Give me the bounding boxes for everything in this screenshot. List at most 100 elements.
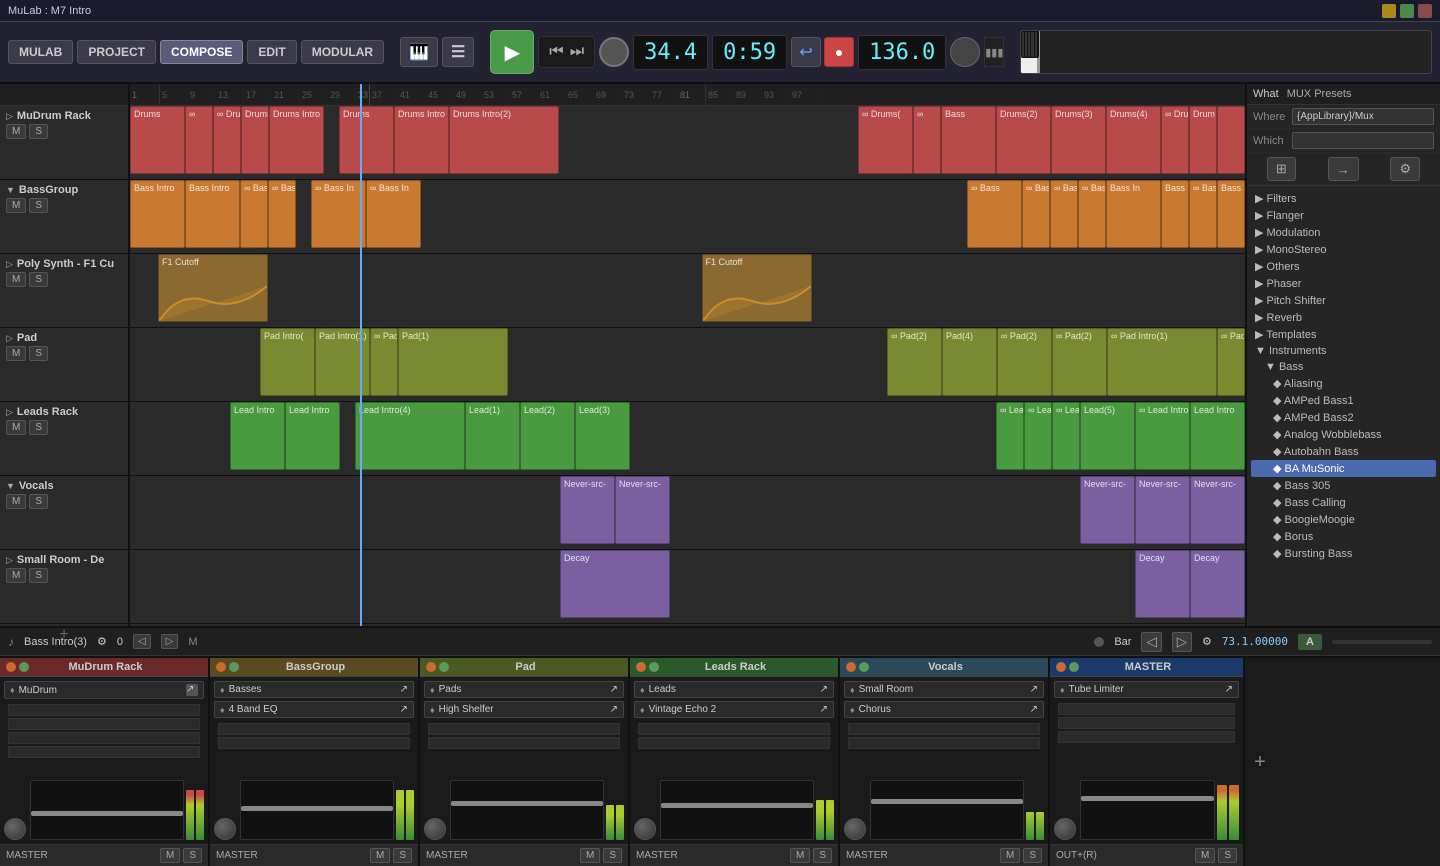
mixer-mute-mudrum[interactable]: M xyxy=(160,848,180,863)
power-dot-leads-1[interactable] xyxy=(636,662,646,672)
clip-pad-6[interactable]: ∞ Pad Int xyxy=(1217,328,1245,396)
fast-forward-button[interactable]: ⏭ xyxy=(570,43,584,61)
mixer-mute-leads[interactable]: M xyxy=(790,848,810,863)
clip-drums-13[interactable]: Drum xyxy=(1189,106,1217,174)
clip-pad-3[interactable]: ∞ Pad Int xyxy=(370,328,398,396)
clip-vocals-4[interactable]: Never-src- xyxy=(1135,476,1190,544)
tree-item[interactable]: ◆ Bursting Bass xyxy=(1251,545,1436,562)
solo-pad[interactable]: S xyxy=(29,346,48,361)
tree-item[interactable]: ▶ Reverb xyxy=(1251,309,1436,326)
clip-drums-8[interactable]: Bass xyxy=(941,106,996,174)
tree-item[interactable]: ▶ Templates xyxy=(1251,326,1436,343)
clip-lead-intro1[interactable]: Lead Intro xyxy=(230,402,285,470)
slot-arrow-chorus[interactable]: ↗ xyxy=(1030,704,1038,715)
record-button[interactable] xyxy=(599,37,629,67)
knob-pan-pad[interactable] xyxy=(424,818,446,840)
clip-drums-2[interactable]: ∞ xyxy=(185,106,213,174)
knob-pan-bass[interactable] xyxy=(214,818,236,840)
tree-item[interactable]: ◆ Analog Wobblebass xyxy=(1251,426,1436,443)
clip-bass-12[interactable]: Bass In xyxy=(1161,180,1189,248)
clip-drums-9[interactable]: Drums(2) xyxy=(996,106,1051,174)
fader-pad[interactable] xyxy=(450,780,604,840)
clip-pad-intro3[interactable]: ∞ Pad Intro(1) xyxy=(1107,328,1217,396)
clip-bass-10[interactable]: ∞ Bass xyxy=(1078,180,1106,248)
clip-decay3[interactable]: Decay xyxy=(1190,550,1245,618)
power-dot-pad-1[interactable] xyxy=(426,662,436,672)
max-button[interactable] xyxy=(1400,4,1414,18)
tree-item[interactable]: ▶ Modulation xyxy=(1251,224,1436,241)
clip-lead5[interactable]: ∞ Lead(4 xyxy=(1024,402,1052,470)
clip-bass-intro2[interactable]: Bass Intro xyxy=(185,180,240,248)
knob-pan-master[interactable] xyxy=(1054,818,1076,840)
close-button[interactable] xyxy=(1418,4,1432,18)
clip-bass-4[interactable]: ∞ Bass In xyxy=(268,180,296,248)
tree-item[interactable]: ◆ BoogieMoogie xyxy=(1251,511,1436,528)
clip-decay2[interactable]: Decay xyxy=(1135,550,1190,618)
solo-poly[interactable]: S xyxy=(29,272,48,287)
fader-mudrum[interactable] xyxy=(30,780,184,840)
solo-mudrum[interactable]: S xyxy=(29,124,48,139)
clip-drums-6[interactable]: ∞ Drums( xyxy=(858,106,913,174)
mixer-mute-bass[interactable]: M xyxy=(370,848,390,863)
slot-arrow-4band[interactable]: ↗ xyxy=(400,704,408,715)
solo-small[interactable]: S xyxy=(29,568,48,583)
power-dot-master-1[interactable] xyxy=(1056,662,1066,672)
tree-item[interactable]: ▶ Filters xyxy=(1251,190,1436,207)
fader-bass[interactable] xyxy=(240,780,394,840)
compose-button[interactable]: COMPOSE xyxy=(160,40,243,64)
mixer-mute-vocals[interactable]: M xyxy=(1000,848,1020,863)
tree-item[interactable]: ▶ Phaser xyxy=(1251,275,1436,292)
timeline-area[interactable]: 1 5 9 13 17 21 25 29 33 37 41 45 49 53 5… xyxy=(130,84,1245,626)
where-input[interactable] xyxy=(1292,108,1434,125)
step-seq-button[interactable]: ☰ xyxy=(442,37,474,67)
mixer-solo-leads[interactable]: S xyxy=(813,848,832,863)
tree-item[interactable]: ▶ Pitch Shifter xyxy=(1251,292,1436,309)
mute-mudrum[interactable]: M xyxy=(6,124,26,139)
metronome-knob[interactable] xyxy=(950,37,980,67)
clip-drums-4[interactable]: Drums xyxy=(241,106,269,174)
slot-arrow-basses[interactable]: ↗ xyxy=(400,684,408,695)
solo-bass[interactable]: S xyxy=(29,198,48,213)
panel-icon-1[interactable]: ⊞ xyxy=(1267,157,1296,181)
mute-small[interactable]: M xyxy=(6,568,26,583)
power-dot-leads-2[interactable] xyxy=(649,662,659,672)
play-button[interactable]: ▶ xyxy=(490,30,534,74)
mixer-slot-chorus[interactable]: ♦ Chorus ↗ xyxy=(844,701,1044,718)
clip-pad3[interactable]: Pad(4) xyxy=(942,328,997,396)
knob-pan-vocals[interactable] xyxy=(844,818,866,840)
clip-lead6[interactable]: ∞ Lead(4 xyxy=(1052,402,1080,470)
clip-vocals-1[interactable]: Never-src- xyxy=(560,476,615,544)
clip-lead-intro4[interactable]: Lead Intro(4) xyxy=(355,402,465,470)
mixer-slot-highshelfer[interactable]: ♦ High Shelfer ↗ xyxy=(424,701,624,718)
slot-arrow-leads[interactable]: ↗ xyxy=(820,684,828,695)
mixer-mute-pad[interactable]: M xyxy=(580,848,600,863)
mixer-slot-mudrum[interactable]: ♦ MuDrum ↗ xyxy=(4,681,204,699)
clip-bass-3[interactable]: ∞ Bass In xyxy=(240,180,268,248)
modular-button[interactable]: MODULAR xyxy=(301,40,384,64)
power-dot-mudrum-2[interactable] xyxy=(19,662,29,672)
panel-icon-2[interactable]: → xyxy=(1328,157,1359,181)
clip-drums-7[interactable]: ∞ xyxy=(913,106,941,174)
mixer-solo-master[interactable]: S xyxy=(1218,848,1237,863)
mixer-solo-mudrum[interactable]: S xyxy=(183,848,202,863)
clip-drums-3[interactable]: ∞ Dru xyxy=(213,106,241,174)
tree-item[interactable]: ◆ Borus xyxy=(1251,528,1436,545)
add-mixer-button[interactable]: + xyxy=(1245,658,1275,866)
clip-drums-11[interactable]: Drums(4) xyxy=(1106,106,1161,174)
clip-drums-10[interactable]: Drums(3) xyxy=(1051,106,1106,174)
clip-bass-9[interactable]: ∞ Bass xyxy=(1050,180,1078,248)
clip-drums-12[interactable]: ∞ Dru xyxy=(1161,106,1189,174)
mulab-button[interactable]: MULAB xyxy=(8,40,73,64)
mixer-slot-tubelimiter[interactable]: ♦ Tube Limiter ↗ xyxy=(1054,681,1239,698)
clip-decay1[interactable]: Decay xyxy=(560,550,670,618)
nav-next[interactable]: ▷ xyxy=(1172,632,1192,652)
project-button[interactable]: PROJECT xyxy=(77,40,156,64)
mute-bass[interactable]: M xyxy=(6,198,26,213)
clip-bass-intro1[interactable]: Bass Intro xyxy=(130,180,185,248)
tree-item[interactable]: ▶ MonoStereo xyxy=(1251,241,1436,258)
slot-arrow-highshelfer[interactable]: ↗ xyxy=(610,704,618,715)
rewind-button[interactable]: ⏮ xyxy=(549,43,563,61)
mute-poly[interactable]: M xyxy=(6,272,26,287)
clip-f1-cutoff-2[interactable]: F1 Cutoff xyxy=(702,254,812,322)
power-dot-mudrum-1[interactable] xyxy=(6,662,16,672)
